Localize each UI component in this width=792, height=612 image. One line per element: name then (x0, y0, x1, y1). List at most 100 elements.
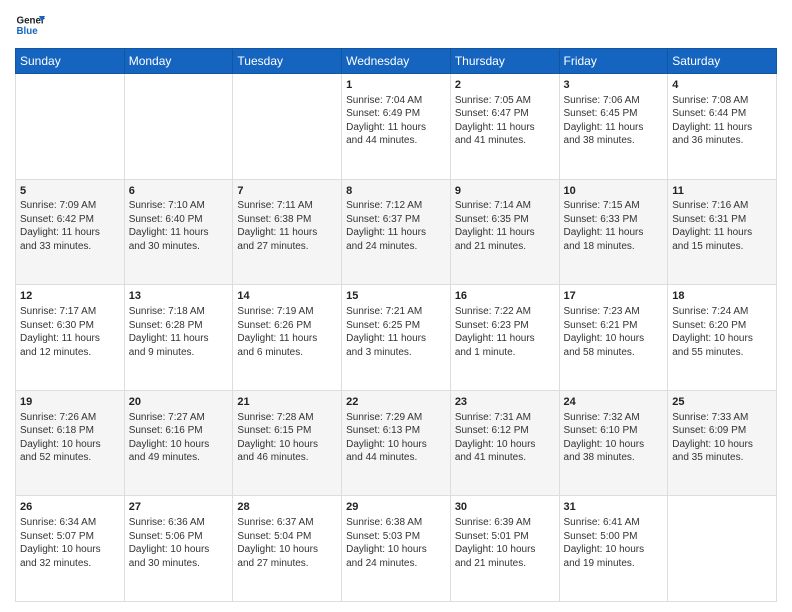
day-number: 4 (672, 78, 772, 93)
calendar-cell: 4Sunrise: 7:08 AM Sunset: 6:44 PM Daylig… (668, 74, 777, 180)
day-number: 30 (455, 500, 555, 515)
day-number: 14 (237, 289, 337, 304)
page: General Blue SundayMondayTuesdayWednesda… (0, 0, 792, 612)
day-number: 20 (129, 395, 229, 410)
calendar-cell: 10Sunrise: 7:15 AM Sunset: 6:33 PM Dayli… (559, 179, 668, 285)
calendar-cell: 5Sunrise: 7:09 AM Sunset: 6:42 PM Daylig… (16, 179, 125, 285)
day-number: 16 (455, 289, 555, 304)
calendar-cell (124, 74, 233, 180)
calendar-cell: 11Sunrise: 7:16 AM Sunset: 6:31 PM Dayli… (668, 179, 777, 285)
calendar-cell: 3Sunrise: 7:06 AM Sunset: 6:45 PM Daylig… (559, 74, 668, 180)
calendar-week-row: 19Sunrise: 7:26 AM Sunset: 6:18 PM Dayli… (16, 390, 777, 496)
day-number: 6 (129, 184, 229, 199)
svg-text:Blue: Blue (17, 26, 39, 37)
logo: General Blue (15, 10, 45, 40)
day-info: Sunrise: 7:12 AM Sunset: 6:37 PM Dayligh… (346, 199, 446, 253)
day-number: 27 (129, 500, 229, 515)
day-info: Sunrise: 7:06 AM Sunset: 6:45 PM Dayligh… (564, 94, 664, 148)
calendar-week-row: 5Sunrise: 7:09 AM Sunset: 6:42 PM Daylig… (16, 179, 777, 285)
day-of-week-header: Sunday (16, 49, 125, 74)
calendar-cell: 13Sunrise: 7:18 AM Sunset: 6:28 PM Dayli… (124, 285, 233, 391)
logo-icon: General Blue (15, 10, 45, 40)
calendar-cell: 16Sunrise: 7:22 AM Sunset: 6:23 PM Dayli… (450, 285, 559, 391)
calendar-cell: 26Sunrise: 6:34 AM Sunset: 5:07 PM Dayli… (16, 496, 125, 602)
day-of-week-header: Friday (559, 49, 668, 74)
day-number: 17 (564, 289, 664, 304)
day-info: Sunrise: 7:29 AM Sunset: 6:13 PM Dayligh… (346, 411, 446, 465)
calendar-cell: 9Sunrise: 7:14 AM Sunset: 6:35 PM Daylig… (450, 179, 559, 285)
day-info: Sunrise: 7:10 AM Sunset: 6:40 PM Dayligh… (129, 199, 229, 253)
calendar-week-row: 12Sunrise: 7:17 AM Sunset: 6:30 PM Dayli… (16, 285, 777, 391)
calendar-cell: 29Sunrise: 6:38 AM Sunset: 5:03 PM Dayli… (342, 496, 451, 602)
calendar-cell: 27Sunrise: 6:36 AM Sunset: 5:06 PM Dayli… (124, 496, 233, 602)
day-info: Sunrise: 7:11 AM Sunset: 6:38 PM Dayligh… (237, 199, 337, 253)
calendar-table: SundayMondayTuesdayWednesdayThursdayFrid… (15, 48, 777, 602)
day-number: 18 (672, 289, 772, 304)
day-number: 12 (20, 289, 120, 304)
calendar-cell: 31Sunrise: 6:41 AM Sunset: 5:00 PM Dayli… (559, 496, 668, 602)
calendar-cell: 14Sunrise: 7:19 AM Sunset: 6:26 PM Dayli… (233, 285, 342, 391)
day-of-week-header: Thursday (450, 49, 559, 74)
day-info: Sunrise: 7:09 AM Sunset: 6:42 PM Dayligh… (20, 199, 120, 253)
day-number: 9 (455, 184, 555, 199)
calendar-week-row: 1Sunrise: 7:04 AM Sunset: 6:49 PM Daylig… (16, 74, 777, 180)
calendar-cell: 1Sunrise: 7:04 AM Sunset: 6:49 PM Daylig… (342, 74, 451, 180)
calendar-header-row: SundayMondayTuesdayWednesdayThursdayFrid… (16, 49, 777, 74)
day-number: 13 (129, 289, 229, 304)
day-number: 19 (20, 395, 120, 410)
day-info: Sunrise: 7:27 AM Sunset: 6:16 PM Dayligh… (129, 411, 229, 465)
calendar-cell: 23Sunrise: 7:31 AM Sunset: 6:12 PM Dayli… (450, 390, 559, 496)
day-of-week-header: Tuesday (233, 49, 342, 74)
calendar-cell: 28Sunrise: 6:37 AM Sunset: 5:04 PM Dayli… (233, 496, 342, 602)
calendar-cell: 12Sunrise: 7:17 AM Sunset: 6:30 PM Dayli… (16, 285, 125, 391)
day-info: Sunrise: 6:37 AM Sunset: 5:04 PM Dayligh… (237, 516, 337, 570)
day-number: 28 (237, 500, 337, 515)
day-info: Sunrise: 7:23 AM Sunset: 6:21 PM Dayligh… (564, 305, 664, 359)
day-number: 29 (346, 500, 446, 515)
calendar-cell (16, 74, 125, 180)
day-info: Sunrise: 7:04 AM Sunset: 6:49 PM Dayligh… (346, 94, 446, 148)
day-of-week-header: Monday (124, 49, 233, 74)
calendar-cell: 8Sunrise: 7:12 AM Sunset: 6:37 PM Daylig… (342, 179, 451, 285)
day-info: Sunrise: 7:17 AM Sunset: 6:30 PM Dayligh… (20, 305, 120, 359)
day-info: Sunrise: 6:36 AM Sunset: 5:06 PM Dayligh… (129, 516, 229, 570)
day-number: 1 (346, 78, 446, 93)
day-number: 25 (672, 395, 772, 410)
day-number: 31 (564, 500, 664, 515)
day-info: Sunrise: 7:24 AM Sunset: 6:20 PM Dayligh… (672, 305, 772, 359)
day-number: 5 (20, 184, 120, 199)
day-number: 22 (346, 395, 446, 410)
day-info: Sunrise: 7:14 AM Sunset: 6:35 PM Dayligh… (455, 199, 555, 253)
day-number: 11 (672, 184, 772, 199)
day-info: Sunrise: 6:34 AM Sunset: 5:07 PM Dayligh… (20, 516, 120, 570)
day-number: 26 (20, 500, 120, 515)
day-info: Sunrise: 7:19 AM Sunset: 6:26 PM Dayligh… (237, 305, 337, 359)
day-number: 8 (346, 184, 446, 199)
calendar-cell: 18Sunrise: 7:24 AM Sunset: 6:20 PM Dayli… (668, 285, 777, 391)
day-of-week-header: Wednesday (342, 49, 451, 74)
day-info: Sunrise: 7:31 AM Sunset: 6:12 PM Dayligh… (455, 411, 555, 465)
calendar-week-row: 26Sunrise: 6:34 AM Sunset: 5:07 PM Dayli… (16, 496, 777, 602)
day-info: Sunrise: 7:16 AM Sunset: 6:31 PM Dayligh… (672, 199, 772, 253)
calendar-cell: 30Sunrise: 6:39 AM Sunset: 5:01 PM Dayli… (450, 496, 559, 602)
day-info: Sunrise: 7:21 AM Sunset: 6:25 PM Dayligh… (346, 305, 446, 359)
day-info: Sunrise: 6:39 AM Sunset: 5:01 PM Dayligh… (455, 516, 555, 570)
day-number: 21 (237, 395, 337, 410)
header: General Blue (15, 10, 777, 40)
day-info: Sunrise: 7:05 AM Sunset: 6:47 PM Dayligh… (455, 94, 555, 148)
day-of-week-header: Saturday (668, 49, 777, 74)
calendar-cell: 25Sunrise: 7:33 AM Sunset: 6:09 PM Dayli… (668, 390, 777, 496)
calendar-cell: 24Sunrise: 7:32 AM Sunset: 6:10 PM Dayli… (559, 390, 668, 496)
day-number: 2 (455, 78, 555, 93)
day-info: Sunrise: 7:22 AM Sunset: 6:23 PM Dayligh… (455, 305, 555, 359)
day-number: 7 (237, 184, 337, 199)
calendar-cell: 17Sunrise: 7:23 AM Sunset: 6:21 PM Dayli… (559, 285, 668, 391)
day-number: 23 (455, 395, 555, 410)
calendar-cell: 15Sunrise: 7:21 AM Sunset: 6:25 PM Dayli… (342, 285, 451, 391)
calendar-cell: 20Sunrise: 7:27 AM Sunset: 6:16 PM Dayli… (124, 390, 233, 496)
calendar-cell (668, 496, 777, 602)
calendar-cell: 6Sunrise: 7:10 AM Sunset: 6:40 PM Daylig… (124, 179, 233, 285)
day-info: Sunrise: 7:33 AM Sunset: 6:09 PM Dayligh… (672, 411, 772, 465)
day-info: Sunrise: 7:15 AM Sunset: 6:33 PM Dayligh… (564, 199, 664, 253)
calendar-cell: 22Sunrise: 7:29 AM Sunset: 6:13 PM Dayli… (342, 390, 451, 496)
